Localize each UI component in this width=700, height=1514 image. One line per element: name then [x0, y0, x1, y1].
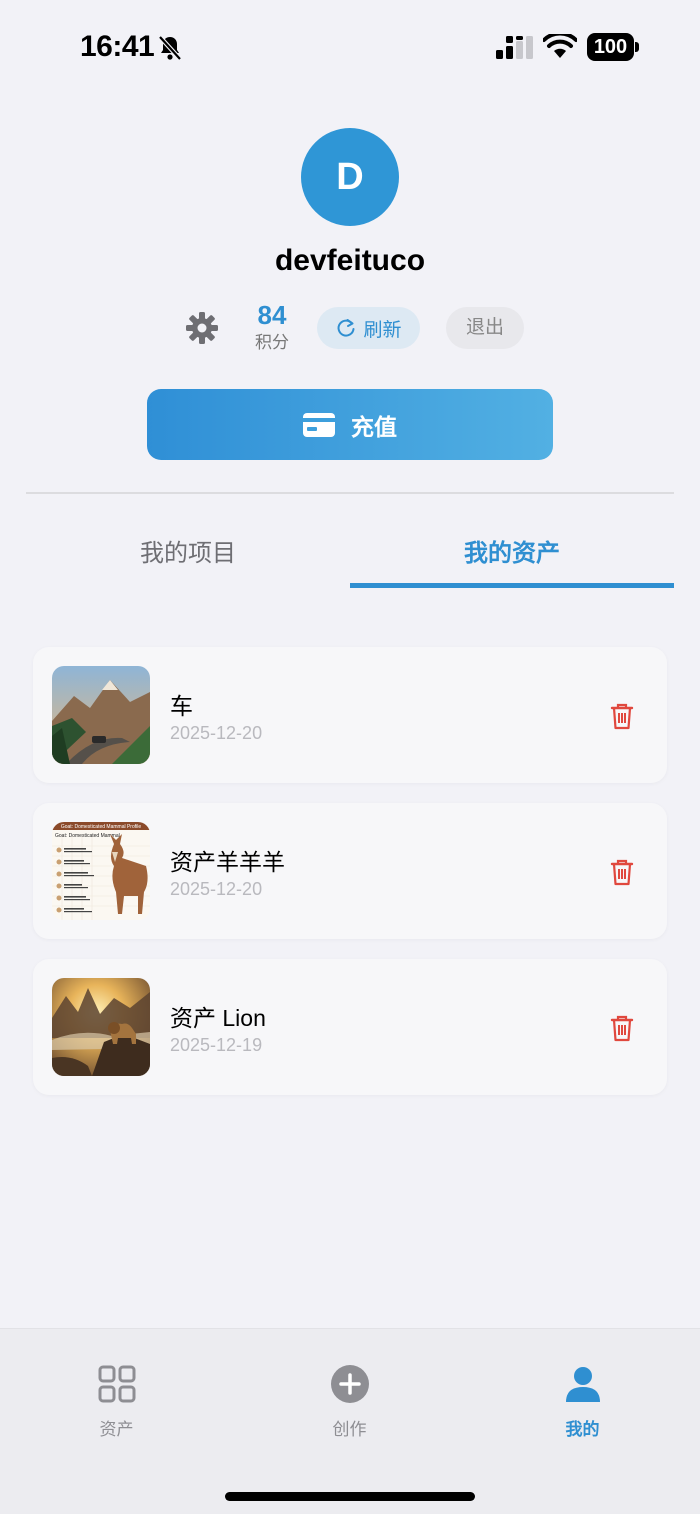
divider	[26, 492, 674, 494]
tab-my-assets[interactable]: 我的资产	[350, 520, 674, 588]
bottom-tab-bar: 资产 创作 我的	[0, 1328, 700, 1514]
asset-date: 2025-12-20	[170, 723, 263, 743]
asset-card[interactable]: 车 2025-12-20	[33, 647, 667, 783]
home-indicator[interactable]	[225, 1492, 475, 1501]
avatar[interactable]: D	[301, 128, 399, 226]
lion-mountain-sunrise-image	[52, 978, 150, 1076]
asset-name: 资产 Lion	[170, 1005, 266, 1031]
tabbar-label: 资产	[99, 1420, 134, 1439]
points-value: 84	[257, 300, 287, 330]
asset-date: 2025-12-19	[170, 1035, 263, 1055]
refresh-icon	[338, 319, 355, 337]
gear-icon[interactable]	[185, 311, 219, 345]
battery-icon: 100	[587, 33, 639, 61]
mountain-road-car-image	[52, 666, 150, 764]
battery-level: 100	[587, 33, 634, 61]
points-label: 积分	[255, 333, 289, 352]
active-tab-indicator	[350, 583, 674, 588]
plus-circle-icon	[331, 1365, 369, 1403]
points-display: 84 积分	[246, 300, 298, 356]
asset-name: 资产羊羊羊	[170, 849, 285, 875]
battery-tip	[635, 42, 639, 52]
recharge-button[interactable]: 充值	[147, 389, 553, 460]
trash-icon	[610, 703, 634, 730]
goat-infographic-image: Goat: Domesticated Mammal Profile Goat: …	[52, 822, 150, 920]
tab-my-projects[interactable]: 我的项目	[26, 520, 350, 588]
refresh-label: 刷新	[363, 319, 402, 341]
asset-card[interactable]: Goat: Domesticated Mammal Profile Goat: …	[33, 803, 667, 939]
username: devfeituco	[274, 244, 426, 277]
status-bar: 16:41 100	[0, 0, 700, 90]
recharge-label: 充值	[351, 413, 397, 440]
trash-icon	[610, 859, 634, 886]
delete-button[interactable]	[609, 1013, 635, 1043]
trash-icon	[610, 1015, 634, 1042]
delete-button[interactable]	[609, 701, 635, 731]
asset-card[interactable]: 资产 Lion 2025-12-19	[33, 959, 667, 1095]
delete-button[interactable]	[609, 857, 635, 887]
tabbar-label: 创作	[332, 1420, 367, 1439]
thumb-heading: Goat: Domesticated Mammal	[55, 833, 120, 839]
asset-date: 2025-12-20	[170, 879, 263, 899]
person-icon	[566, 1367, 600, 1402]
cellular-signal-icon	[496, 36, 533, 59]
credit-card-icon	[303, 412, 335, 437]
logout-button[interactable]: 退出	[446, 307, 524, 349]
tabbar-label: 我的	[565, 1420, 600, 1439]
refresh-button[interactable]: 刷新	[317, 307, 420, 349]
status-time: 16:41	[80, 30, 155, 63]
bell-off-icon	[158, 35, 182, 61]
thumb-title: Goat: Domesticated Mammal Profile	[61, 824, 142, 830]
grid-icon	[98, 1365, 136, 1403]
asset-name: 车	[170, 693, 193, 719]
wifi-icon	[543, 34, 577, 58]
